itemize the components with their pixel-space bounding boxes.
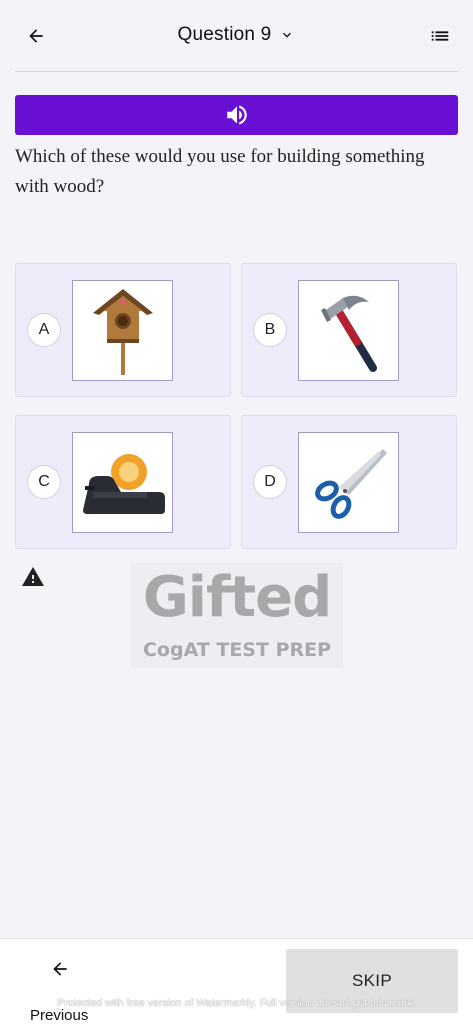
question-dropdown[interactable] [279,27,295,43]
option-image [298,432,399,533]
scissors-icon [314,448,387,519]
brand-logo: Gifted CogAT TEST PREP [131,563,343,668]
option-b[interactable]: B [241,263,457,397]
bottom-navigation: Previous SKIP [0,938,473,1024]
previous-label: Previous [30,1007,89,1024]
option-letter: B [253,313,287,347]
arrow-left-icon [53,962,67,976]
arrow-left-icon [29,29,43,43]
option-image [298,280,399,381]
back-button[interactable] [24,24,48,48]
top-bar: Question 9 [0,0,473,72]
chevron-down-icon [283,32,292,38]
option-image [72,280,173,381]
option-a[interactable]: A [15,263,231,397]
option-letter: D [253,465,287,499]
option-image [72,432,173,533]
tape-dispenser-icon [82,453,165,514]
question-title[interactable]: Question 9 [178,24,272,46]
previous-button[interactable]: Previous [22,955,98,1024]
option-letter: C [27,465,61,499]
hammer-icon [320,295,377,372]
logo-subtitle: CogAT TEST PREP [142,639,332,661]
report-problem-button[interactable] [20,565,46,589]
logo-title: Gifted [142,565,332,630]
option-d[interactable]: D [241,415,457,549]
question-text: Which of these would you use for buildin… [15,146,425,197]
option-c[interactable]: C [15,415,231,549]
option-letter: A [27,313,61,347]
play-audio-button[interactable] [15,95,458,135]
birdhouse-icon [92,288,153,375]
list-icon [431,31,449,41]
speaker-icon [226,105,247,125]
question-list-button[interactable] [428,24,452,48]
skip-button[interactable]: SKIP [286,949,458,1013]
warning-icon [22,567,44,586]
header-divider [15,71,458,72]
